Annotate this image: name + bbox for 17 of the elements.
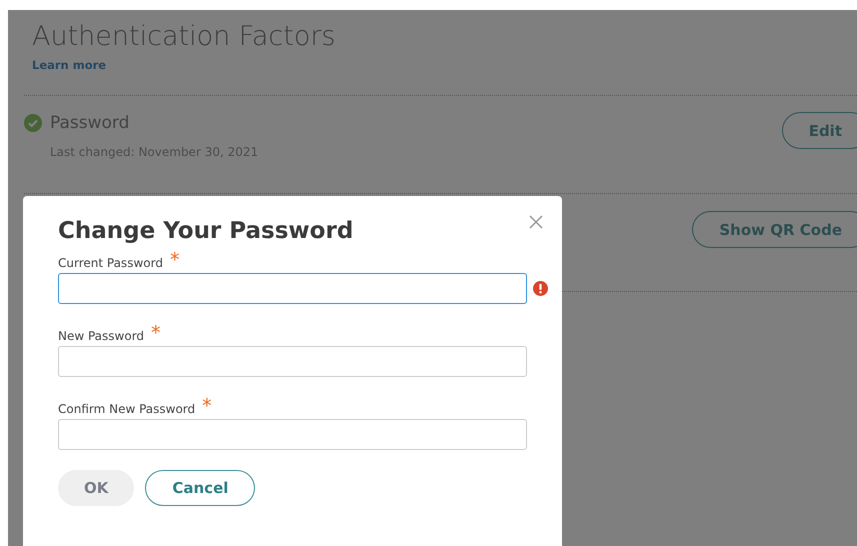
close-icon[interactable] (529, 215, 543, 229)
field-label: Confirm New Password (58, 402, 196, 416)
password-field[interactable] (58, 273, 527, 304)
cancel-button[interactable]: Cancel (145, 470, 256, 506)
required-mark: * (151, 324, 161, 343)
edit-button[interactable]: Edit (782, 112, 857, 149)
required-mark: * (170, 251, 180, 270)
required-mark: * (202, 397, 212, 416)
password-field[interactable] (58, 346, 527, 377)
dialog-title: Change Your Password (58, 218, 354, 244)
page-title: Authentication Factors (32, 21, 336, 52)
field-label: New Password (58, 329, 144, 343)
factor-name: Password (50, 113, 130, 133)
password-field[interactable] (58, 419, 527, 450)
show-qr-code-button[interactable]: Show QR Code (692, 211, 857, 248)
field-label: Current Password (58, 256, 163, 270)
learn-more-link[interactable]: Learn more (32, 58, 106, 72)
